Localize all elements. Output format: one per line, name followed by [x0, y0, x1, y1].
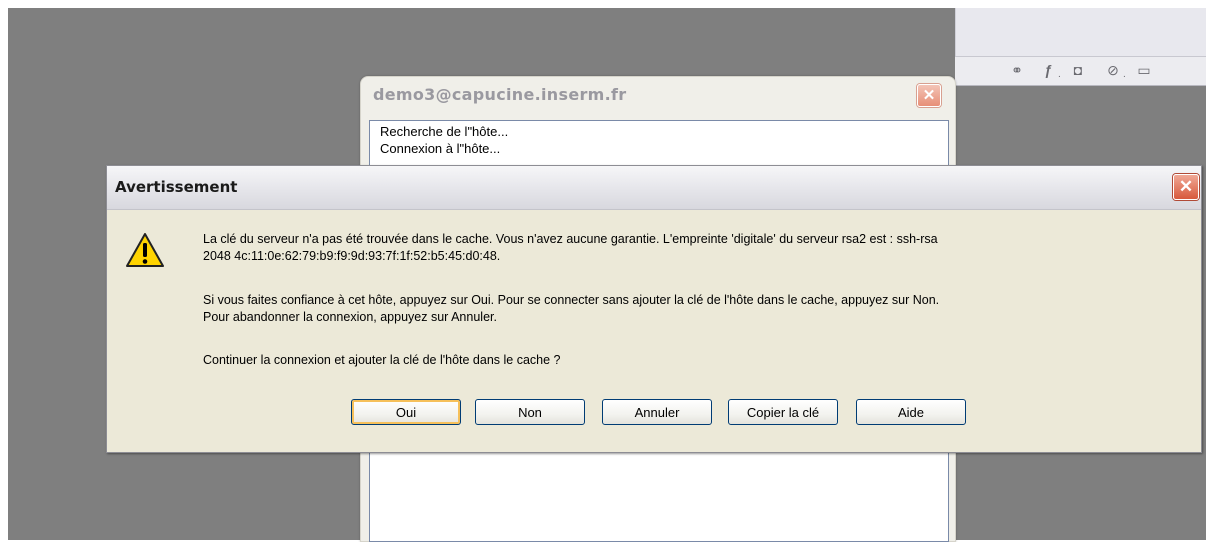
dialog-close-button[interactable]: ✕ [1173, 174, 1199, 200]
toolbar-separator: . [1058, 69, 1061, 80]
help-button[interactable]: Aide [856, 399, 966, 425]
message-text: Continuer la connexion et ajouter la clé… [203, 353, 561, 367]
message-text: 2048 4c:11:0e:62:79:b9:f9:9d:93:7f:1f:52… [203, 249, 501, 263]
message-text: La clé du serveur n'a pas été trouvée da… [203, 232, 938, 246]
cancel-button-label: Annuler [634, 405, 680, 420]
message-text: Pour abandonner la connexion, appuyez su… [203, 310, 497, 324]
yes-button[interactable]: Oui [351, 399, 461, 425]
mask-icon[interactable]: ◘ [1069, 61, 1087, 79]
close-icon: ✕ [1178, 177, 1194, 196]
log-line: Connexion à l"hôte... [380, 141, 501, 156]
folder-icon[interactable]: ▭ [1135, 61, 1153, 79]
no-button[interactable]: Non [475, 399, 585, 425]
yes-button-label: Oui [395, 405, 417, 420]
help-button-label: Aide [897, 405, 925, 420]
cancel-button[interactable]: Annuler [602, 399, 712, 425]
log-line: Recherche de l"hôte... [380, 124, 509, 139]
dialog-title: Avertissement [115, 178, 238, 196]
side-toolbar: ⚭ ƒ . ◘ ⊘ . ▭ [955, 56, 1206, 86]
copy-key-button[interactable]: Copier la clé [728, 399, 838, 425]
link-icon[interactable]: ⚭ [1005, 61, 1029, 79]
brush-icon[interactable]: ⊘ [1104, 61, 1122, 79]
warning-icon [126, 233, 164, 267]
toolbar-separator: . [1123, 69, 1126, 80]
copy-key-button-label: Copier la clé [746, 405, 820, 420]
close-icon: ✕ [922, 87, 936, 104]
no-button-label: Non [518, 405, 542, 420]
putty-close-button[interactable]: ✕ [917, 84, 941, 107]
warning-dialog: Avertissement ✕ La clé du serveur n'a pa… [106, 165, 1202, 453]
fx-icon[interactable]: ƒ [1039, 61, 1057, 79]
side-panel [955, 8, 1206, 56]
message-text: Si vous faites confiance à cet hôte, app… [203, 293, 940, 307]
dialog-titlebar[interactable]: Avertissement ✕ [107, 166, 1201, 210]
putty-window-title: demo3@capucine.inserm.fr [373, 85, 627, 104]
